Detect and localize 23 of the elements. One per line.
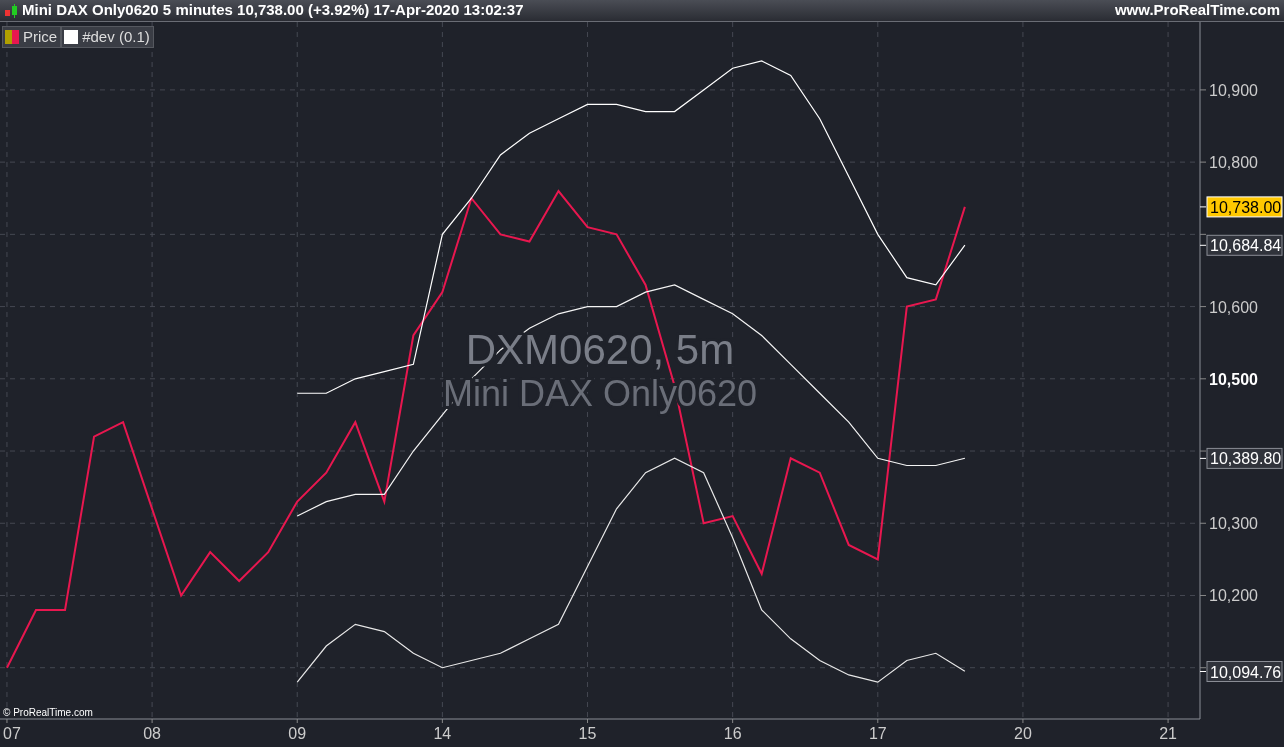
x-axis-label: 20 (1014, 725, 1032, 742)
y-axis-label: 10,800 (1209, 154, 1258, 172)
candlestick-icon (4, 3, 18, 18)
y-axis-label: 10,600 (1209, 298, 1258, 316)
x-axis-label: 15 (578, 725, 597, 742)
swatch-icon (64, 30, 79, 44)
candle-swatch-icon (5, 30, 19, 44)
x-axis-label: 07 (3, 725, 21, 742)
x-axis-label: 14 (433, 725, 452, 742)
legend-item[interactable]: #dev (0.1) (61, 26, 154, 48)
y-axis-label: 10,900 (1209, 81, 1258, 99)
x-axis-label: 09 (288, 725, 307, 742)
copyright-text: © ProRealTime.com (3, 707, 93, 718)
y-axis-label: 10,200 (1209, 587, 1258, 605)
x-axis-label: 08 (143, 725, 161, 742)
window-title: Mini DAX Only0620 5 minutes 10,738.00 (+3.92%) 17-Apr-2020 13:02:37 (22, 0, 524, 21)
x-axis-label: 21 (1159, 725, 1177, 742)
y-axis-label: 10,300 (1209, 515, 1258, 533)
site-link[interactable]: www.ProRealTime.com (1114, 0, 1280, 22)
legend-item[interactable]: Price (2, 26, 62, 48)
x-axis-label: 16 (723, 725, 742, 742)
x-axis-label: 17 (868, 725, 887, 742)
y-axis-label: 10,500 (1209, 370, 1258, 388)
